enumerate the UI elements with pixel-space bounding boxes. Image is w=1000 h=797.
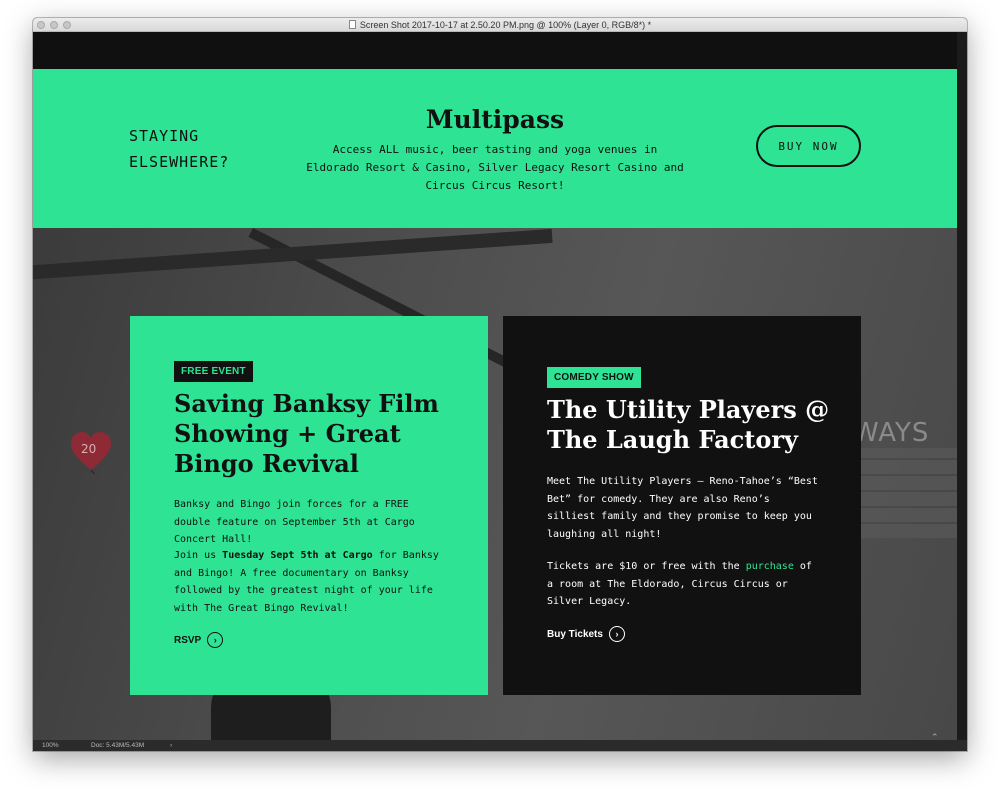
scroll-to-top-icon[interactable]: ⌃	[931, 732, 939, 740]
banksy-event-summary: Banksy and Bingo join forces for a FREE …	[174, 499, 415, 546]
ticket-text: Tickets are $10 or free with the	[547, 561, 746, 572]
comedy-show-card: COMEDY SHOW The Utility Players @ The La…	[503, 316, 861, 695]
utility-players-summary: Meet The Utility Players – Reno-Tahoe’s …	[547, 476, 818, 540]
utility-players-title: The Utility Players @ The Laugh Factory	[547, 395, 830, 454]
banksy-event-title: Saving Banksy Film Showing + Great Bingo…	[174, 389, 439, 478]
multipass-banner: STAYING ELSEWHERE? Multipass Access ALL …	[33, 69, 957, 228]
multipass-description: Access ALL music, beer tasting and yoga …	[306, 143, 684, 192]
details-text: Join us	[174, 550, 223, 561]
document-size: Doc: 5.43M/5.43M	[91, 742, 145, 749]
vertical-scrollbar[interactable]	[957, 32, 967, 740]
window-controls	[37, 21, 71, 29]
status-bar: 100% Doc: 5.43M/5.43M ›	[33, 740, 967, 751]
free-event-tag: FREE EVENT	[174, 361, 253, 382]
canvas: STAYING ELSEWHERE? Multipass Access ALL …	[33, 32, 957, 740]
comedy-show-tag: COMEDY SHOW	[547, 367, 641, 388]
wall-graffiti-text: WAYS	[853, 418, 930, 448]
buy-tickets-label: Buy Tickets	[547, 628, 603, 640]
title-bar[interactable]: Screen Shot 2017-10-17 at 2.50.20 PM.png…	[33, 18, 967, 32]
document-icon	[348, 20, 356, 29]
rsvp-link[interactable]: RSVP ›	[174, 632, 224, 648]
multipass-title: Multipass	[425, 105, 565, 134]
staying-elsewhere-text: STAYING ELSEWHERE?	[129, 127, 230, 171]
close-window-button[interactable]	[37, 21, 45, 29]
zoom-level[interactable]: 100%	[42, 742, 59, 749]
event-date-highlight: Tuesday Sept 5th at Cargo	[222, 550, 373, 561]
ticket-info: Tickets are $10 or free with the purchas…	[547, 558, 822, 611]
banksy-event-details: Join us Tuesday Sept 5th at Cargo for Ba…	[174, 547, 449, 617]
editor-window: Screen Shot 2017-10-17 at 2.50.20 PM.png…	[33, 18, 967, 751]
purchase-link[interactable]: purchase	[746, 561, 794, 572]
heart-text: 20	[81, 442, 97, 456]
stair-edge	[33, 228, 553, 282]
buy-tickets-link[interactable]: Buy Tickets ›	[547, 626, 625, 642]
window-title: Screen Shot 2017-10-17 at 2.50.20 PM.png…	[348, 19, 652, 30]
window-title-text: Screen Shot 2017-10-17 at 2.50.20 PM.png…	[359, 19, 652, 30]
minimize-window-button[interactable]	[50, 21, 58, 29]
chevron-right-icon: ›	[207, 632, 224, 648]
free-event-card: FREE EVENT Saving Banksy Film Showing + …	[130, 316, 488, 695]
buy-now-button[interactable]: BUY NOW	[756, 125, 861, 167]
maximize-window-button[interactable]	[63, 21, 71, 29]
chevron-right-icon: ›	[608, 626, 625, 642]
status-menu-arrow-icon[interactable]: ›	[170, 742, 172, 749]
rsvp-label: RSVP	[174, 634, 202, 646]
